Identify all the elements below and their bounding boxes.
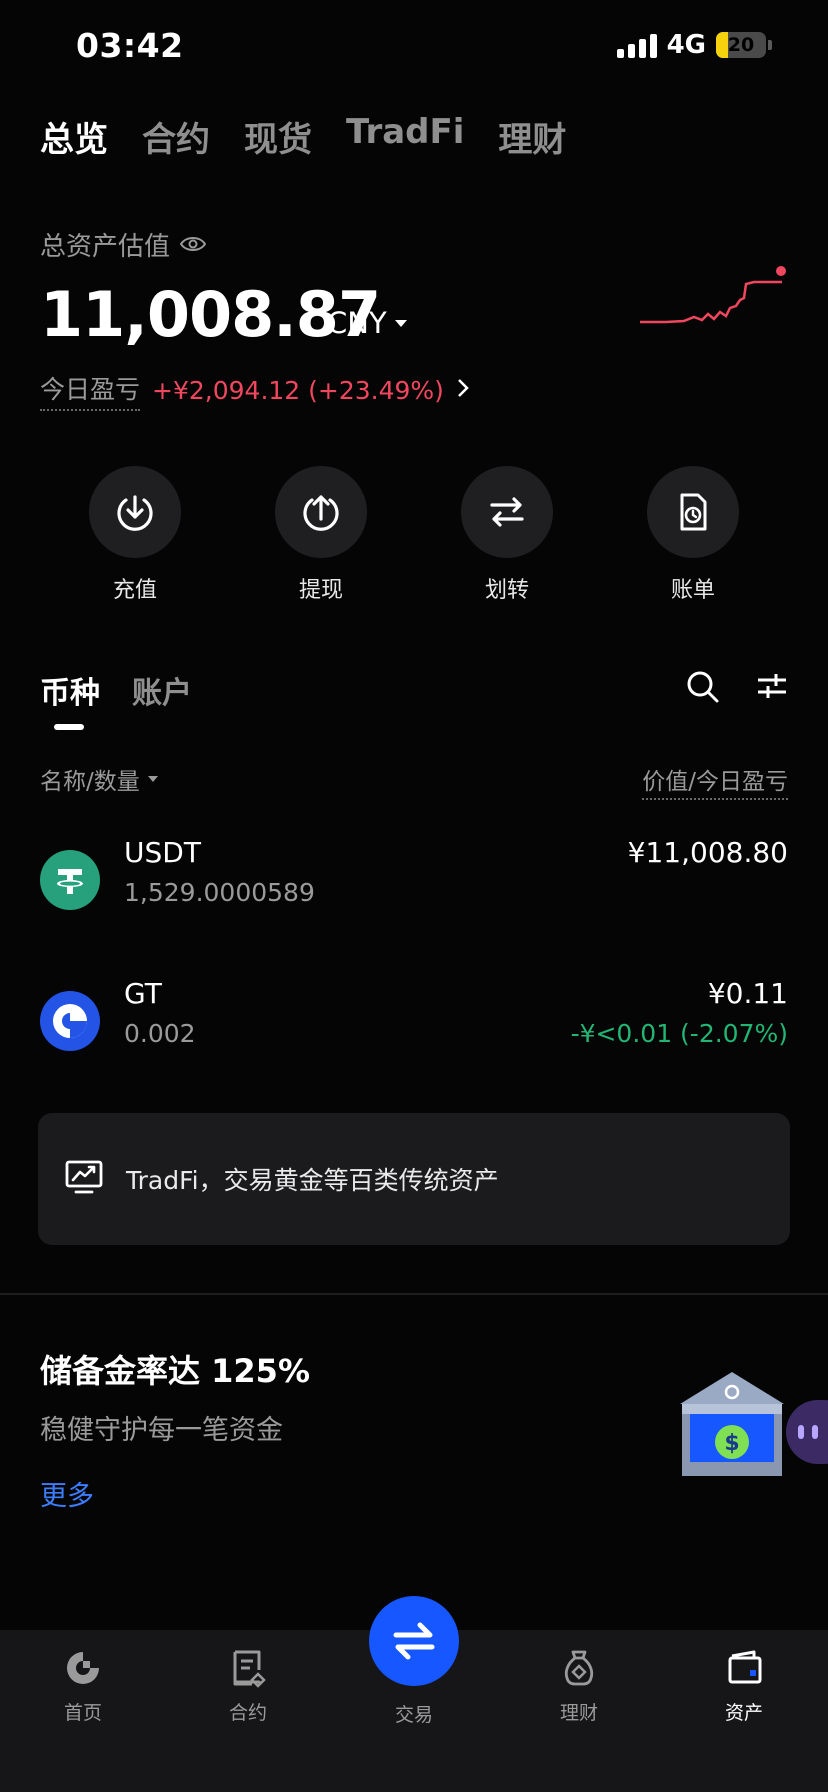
today-pnl-value: +¥2,094.12 (+23.49%) — [152, 376, 444, 405]
battery-level: 20 — [727, 34, 755, 56]
top-tabs: 总览 合约 现货 TradFi 理财 — [40, 112, 566, 161]
coin-pnl: -¥<0.01 (-2.07%) — [570, 1019, 788, 1048]
tab-tradfi[interactable]: TradFi — [346, 112, 464, 161]
sort-by-name[interactable]: 名称/数量 — [40, 762, 158, 796]
holdings-toolbar — [686, 670, 788, 708]
caret-down-icon — [394, 319, 407, 327]
deposit-label: 充值 — [112, 578, 157, 603]
tab-earn[interactable]: 理财 — [498, 112, 566, 161]
nav-futures-label: 合约 — [228, 1702, 267, 1724]
chevron-right-icon — [456, 376, 470, 405]
transfer-button[interactable]: 划转 — [447, 466, 567, 604]
chat-assistant-icon[interactable] — [786, 1400, 828, 1464]
home-icon — [67, 1652, 99, 1684]
coin-quantity: 1,529.0000589 — [124, 878, 315, 907]
holdings-tabs: 币种 账户 — [40, 668, 192, 712]
bill-label: 账单 — [670, 578, 715, 603]
today-pnl-row[interactable]: 今日盈亏 +¥2,094.12 (+23.49%) — [40, 370, 470, 411]
nav-home[interactable]: 首页 — [28, 1648, 138, 1725]
coin-row-usdt[interactable]: USDT 1,529.0000589 ¥11,008.80 — [40, 836, 788, 936]
today-pnl-label: 今日盈亏 — [40, 370, 141, 411]
tab-indicator — [54, 724, 84, 730]
transfer-icon — [490, 497, 524, 527]
nav-trade-label: 交易 — [394, 1704, 433, 1726]
battery-icon: 20 — [716, 32, 766, 58]
bill-button[interactable]: 账单 — [633, 466, 753, 604]
status-indicators: 4G 20 — [616, 30, 772, 60]
earn-icon — [564, 1650, 594, 1686]
nav-earn-label: 理财 — [559, 1702, 598, 1724]
total-assets-label: 总资产估值 — [40, 232, 171, 262]
reserve-title: 储备金率达 125% — [40, 1352, 311, 1390]
withdraw-label: 提现 — [298, 578, 343, 603]
tradfi-banner-text: TradFi，交易黄金等百类传统资产 — [126, 1166, 499, 1195]
tab-spot[interactable]: 现货 — [244, 112, 312, 161]
deposit-icon — [117, 495, 153, 531]
filter-icon[interactable] — [756, 670, 788, 708]
tab-coins[interactable]: 币种 — [40, 668, 100, 712]
list-header-right[interactable]: 价值/今日盈亏 — [642, 762, 788, 800]
trade-button[interactable] — [369, 1596, 459, 1686]
network-label: 4G — [666, 30, 706, 60]
tab-overview[interactable]: 总览 — [40, 112, 108, 161]
section-divider — [0, 1293, 828, 1295]
withdraw-button[interactable]: 提现 — [261, 466, 381, 604]
eye-icon[interactable] — [179, 230, 207, 260]
nav-assets[interactable]: 资产 — [689, 1648, 799, 1725]
bill-icon — [680, 493, 707, 531]
search-icon[interactable] — [686, 670, 720, 708]
coin-name: GT — [124, 977, 162, 1010]
vault-illustration: $ — [680, 1372, 784, 1476]
currency-selector[interactable]: CNY — [327, 306, 407, 340]
reserve-more-link[interactable]: 更多 — [40, 1474, 94, 1513]
usdt-icon — [40, 850, 100, 910]
svg-text:$: $ — [724, 1431, 739, 1456]
contract-icon — [233, 1650, 266, 1688]
assets-sparkline[interactable] — [636, 262, 788, 332]
signal-icon — [616, 32, 657, 58]
gt-icon — [40, 991, 100, 1051]
nav-home-label: 首页 — [63, 1702, 102, 1724]
coin-value: ¥11,008.80 — [627, 836, 788, 869]
currency-label: CNY — [327, 306, 387, 340]
tab-accounts[interactable]: 账户 — [132, 668, 192, 712]
transfer-label: 划转 — [484, 578, 529, 603]
coin-value: ¥0.11 — [707, 977, 788, 1010]
reserve-subtitle: 稳健守护每一笔资金 — [40, 1415, 283, 1446]
list-header-left: 名称/数量 — [40, 769, 140, 795]
nav-futures[interactable]: 合约 — [193, 1648, 303, 1725]
trading-chart-icon — [64, 1159, 104, 1199]
nav-assets-label: 资产 — [724, 1702, 763, 1724]
tab-futures[interactable]: 合约 — [142, 112, 210, 161]
status-time: 03:42 — [76, 26, 184, 65]
deposit-button[interactable]: 充值 — [75, 466, 195, 604]
withdraw-icon — [303, 495, 339, 531]
caret-down-icon — [147, 776, 158, 782]
coin-quantity: 0.002 — [124, 1019, 196, 1048]
total-assets-header: 总资产估值 — [40, 226, 207, 263]
coin-name: USDT — [124, 836, 201, 869]
coin-row-gt[interactable]: GT 0.002 ¥0.11 -¥<0.01 (-2.07%) — [40, 977, 788, 1077]
swap-icon — [393, 1622, 435, 1660]
nav-earn[interactable]: 理财 — [524, 1648, 634, 1725]
wallet-icon — [728, 1650, 762, 1684]
tradfi-banner[interactable]: TradFi，交易黄金等百类传统资产 — [38, 1113, 790, 1245]
